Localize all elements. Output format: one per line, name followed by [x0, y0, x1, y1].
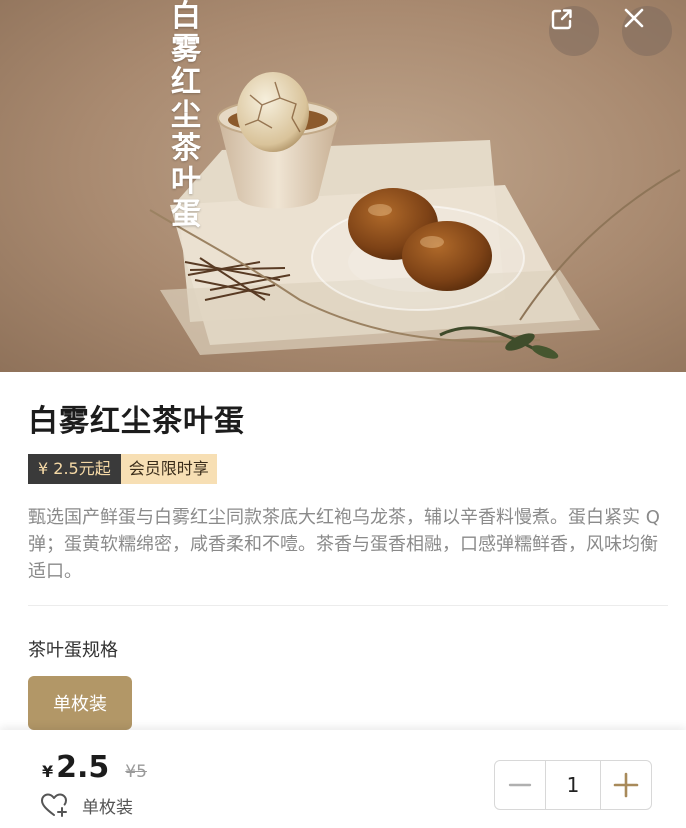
decrease-button[interactable]: [495, 761, 545, 809]
price-currency: ¥: [42, 762, 54, 781]
hero-title-char: 叶: [171, 164, 201, 199]
close-icon: [624, 8, 644, 28]
share-icon: [551, 9, 572, 30]
increase-button[interactable]: [601, 761, 651, 809]
quantity-value[interactable]: 1: [545, 761, 601, 809]
current-price: 2.5: [56, 750, 110, 785]
heart-plus-icon[interactable]: [40, 792, 70, 818]
quantity-stepper: 1: [494, 760, 652, 810]
hero-title-char: 白: [171, 0, 201, 34]
minus-icon: [508, 783, 532, 787]
selected-spec-label: 单枚装: [82, 797, 133, 818]
spec-option-single[interactable]: 单枚装: [28, 676, 132, 730]
hero-title-char: 尘: [171, 98, 201, 133]
hero-vertical-title: 白 雾 红 尘 茶 叶 蛋: [168, 0, 204, 231]
starting-price-tag: ¥ 2.5元起: [28, 454, 121, 484]
hero-title-char: 茶: [171, 131, 201, 166]
product-description: 甄选国产鲜蛋与白雾红尘同款茶底大红袍乌龙茶，辅以辛香料慢煮。蛋白紧实 Q 弹；蛋…: [28, 507, 660, 582]
favorite-row[interactable]: 单枚装: [40, 792, 133, 818]
share-button[interactable]: [549, 6, 599, 56]
hero-title-char: 雾: [171, 32, 201, 67]
plus-icon: [613, 772, 639, 798]
bottom-bar: ¥ 2.5 ¥5 单枚装 1: [0, 730, 686, 828]
close-button[interactable]: [622, 6, 672, 56]
original-price: ¥5: [125, 762, 147, 782]
price-tags: ¥ 2.5元起 会员限时享: [28, 454, 217, 484]
spec-section-title: 茶叶蛋规格: [28, 640, 118, 661]
price-display: ¥ 2.5 ¥5: [42, 750, 147, 785]
hero-title-char: 红: [171, 65, 201, 100]
member-offer-tag: 会员限时享: [120, 454, 217, 484]
product-photo: [149, 72, 681, 359]
product-title: 白雾红尘茶叶蛋: [28, 404, 245, 439]
divider: [28, 605, 668, 606]
product-hero-image: 白 雾 红 尘 茶 叶 蛋: [0, 0, 686, 372]
hero-title-char: 蛋: [171, 197, 201, 232]
